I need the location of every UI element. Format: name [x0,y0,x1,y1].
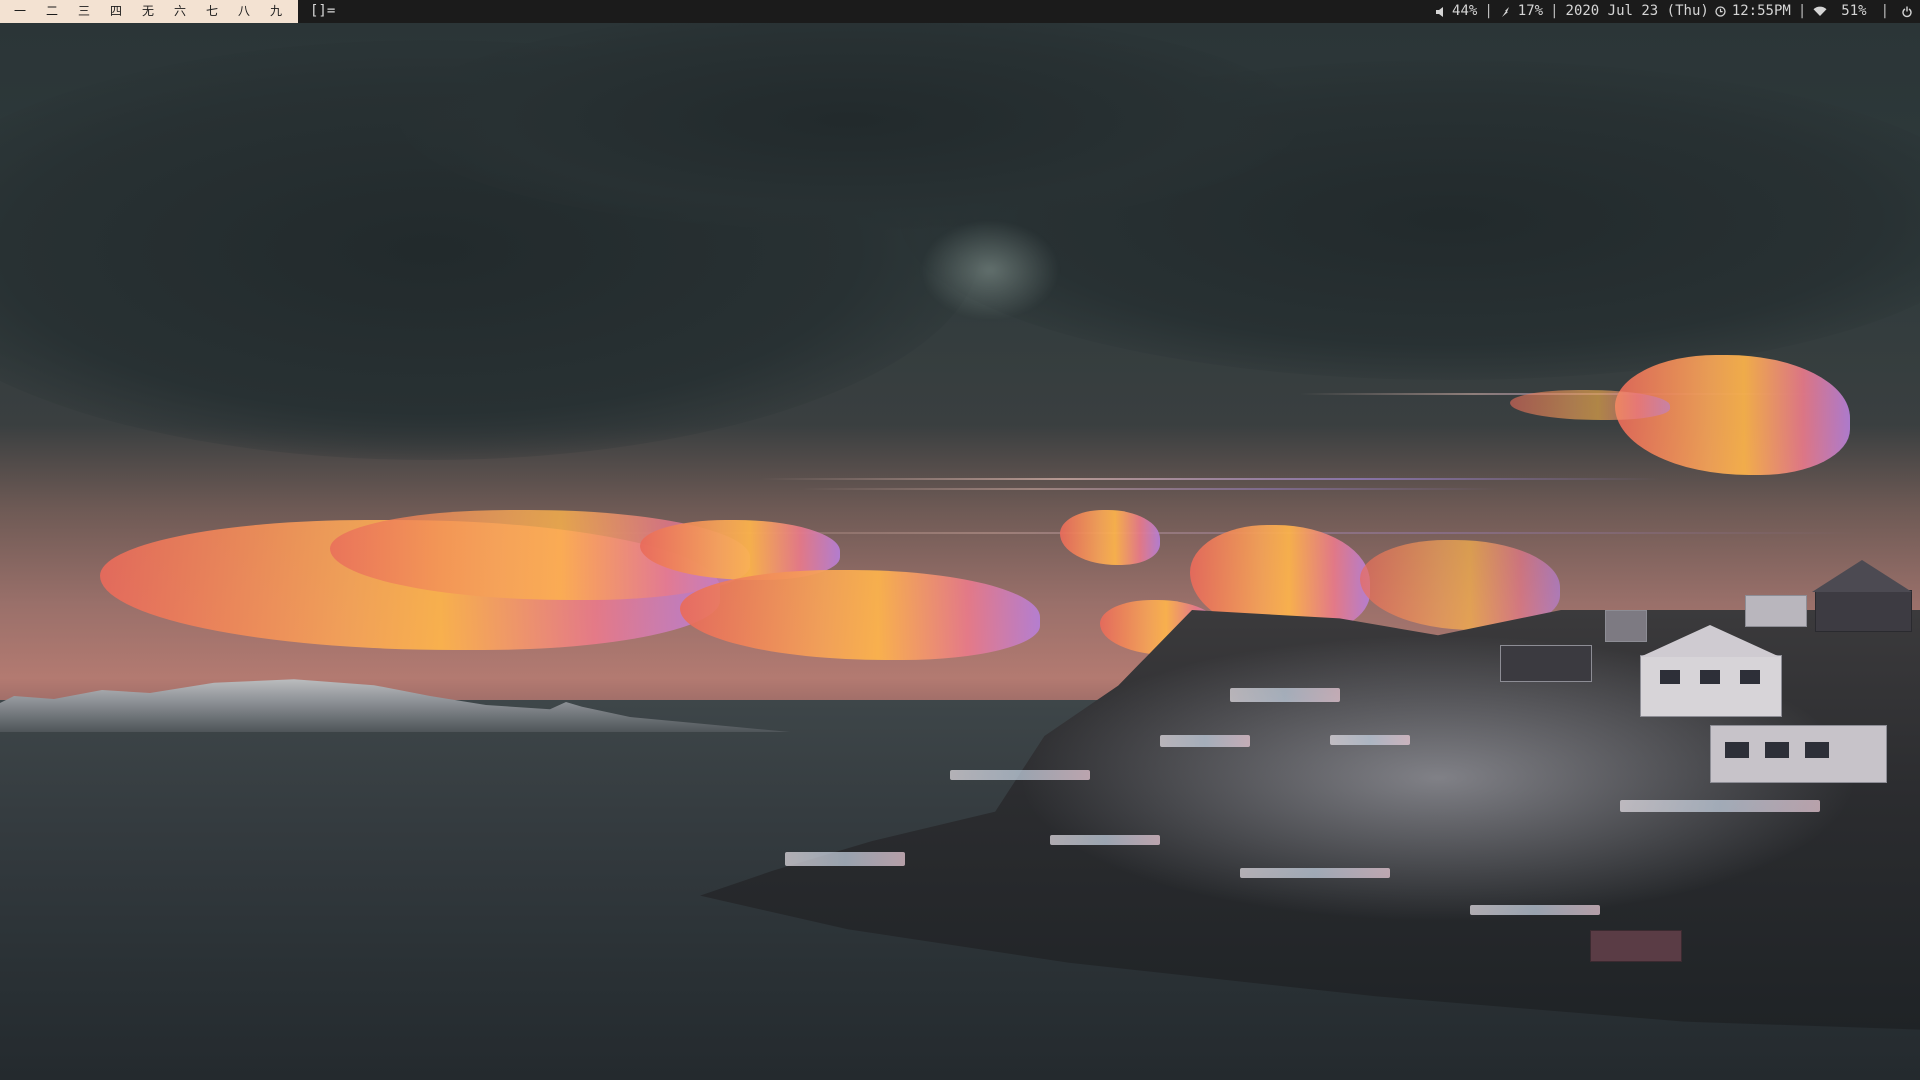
date-value: 2020 Jul 23 (Thu) [1565,3,1709,19]
house-window [1805,742,1829,758]
house [1605,610,1647,642]
snow-patch [1050,835,1160,845]
separator: | [1880,3,1889,19]
workspace-tags: 一 二 三 四 无 六 七 八 九 [0,0,298,23]
separator: | [1797,3,1807,19]
desktop: 一 二 三 四 无 六 七 八 九 []= 44% | 17% | 2020 J… [0,0,1920,1080]
house-window [1725,742,1749,758]
workspace-tag-2[interactable]: 二 [36,0,68,23]
snow-patch [1620,800,1820,812]
date-status: 2020 Jul 23 (Thu) [1566,0,1709,23]
wifi-icon [1813,6,1827,16]
clock-icon [1715,6,1726,17]
speaker-icon [1436,6,1444,17]
house-roof [1640,625,1780,657]
house [1745,595,1807,627]
wifi-status[interactable]: 51% [1813,0,1867,23]
house [1815,590,1912,632]
power-icon[interactable] [1902,6,1912,18]
house-window [1700,670,1720,684]
glitch-line [800,488,1500,490]
workspace-tag-6[interactable]: 六 [164,0,196,23]
workspace-tag-3[interactable]: 三 [68,0,100,23]
snow-patch [950,770,1090,780]
snow-patch [1330,735,1410,745]
snow-patch [1230,688,1340,702]
time-value: 12:55PM [1731,3,1791,19]
snow-patch [1470,905,1600,915]
house [1640,655,1782,717]
snow-patch [1240,868,1390,878]
volume-status[interactable]: 44% [1436,0,1477,23]
house-window [1740,670,1760,684]
volume-value: 44% [1452,3,1478,19]
brightness-value: 17% [1517,3,1544,19]
snow-patch [785,852,905,866]
separator: | [1550,3,1559,19]
brightness-icon [1501,6,1509,17]
brightness-status[interactable]: 17% [1500,0,1543,23]
workspace-tag-7[interactable]: 七 [196,0,228,23]
status-area: 44% | 17% | 2020 Jul 23 (Thu) 12:55PM | [1436,0,1920,23]
clock-status[interactable]: 12:55PM [1715,0,1791,23]
snow-patch [1160,735,1250,747]
workspace-tag-8[interactable]: 八 [228,0,260,23]
house-window [1765,742,1789,758]
workspace-tag-1[interactable]: 一 [4,0,36,23]
top-status-bar: 一 二 三 四 无 六 七 八 九 []= 44% | 17% | 2020 J… [0,0,1920,23]
layout-indicator[interactable]: []= [310,0,335,23]
house [1500,645,1592,682]
house [1590,930,1682,962]
workspace-tag-5[interactable]: 无 [132,0,164,23]
workspace-tag-4[interactable]: 四 [100,0,132,23]
wallpaper-light [920,220,1060,320]
house-roof [1812,560,1912,592]
separator: | [1484,3,1493,19]
house-window [1660,670,1680,684]
wifi-value: 51% [1841,3,1867,19]
workspace-tag-9[interactable]: 九 [260,0,292,23]
glitch-line [760,478,1660,480]
wallpaper-cloud [400,10,1300,230]
